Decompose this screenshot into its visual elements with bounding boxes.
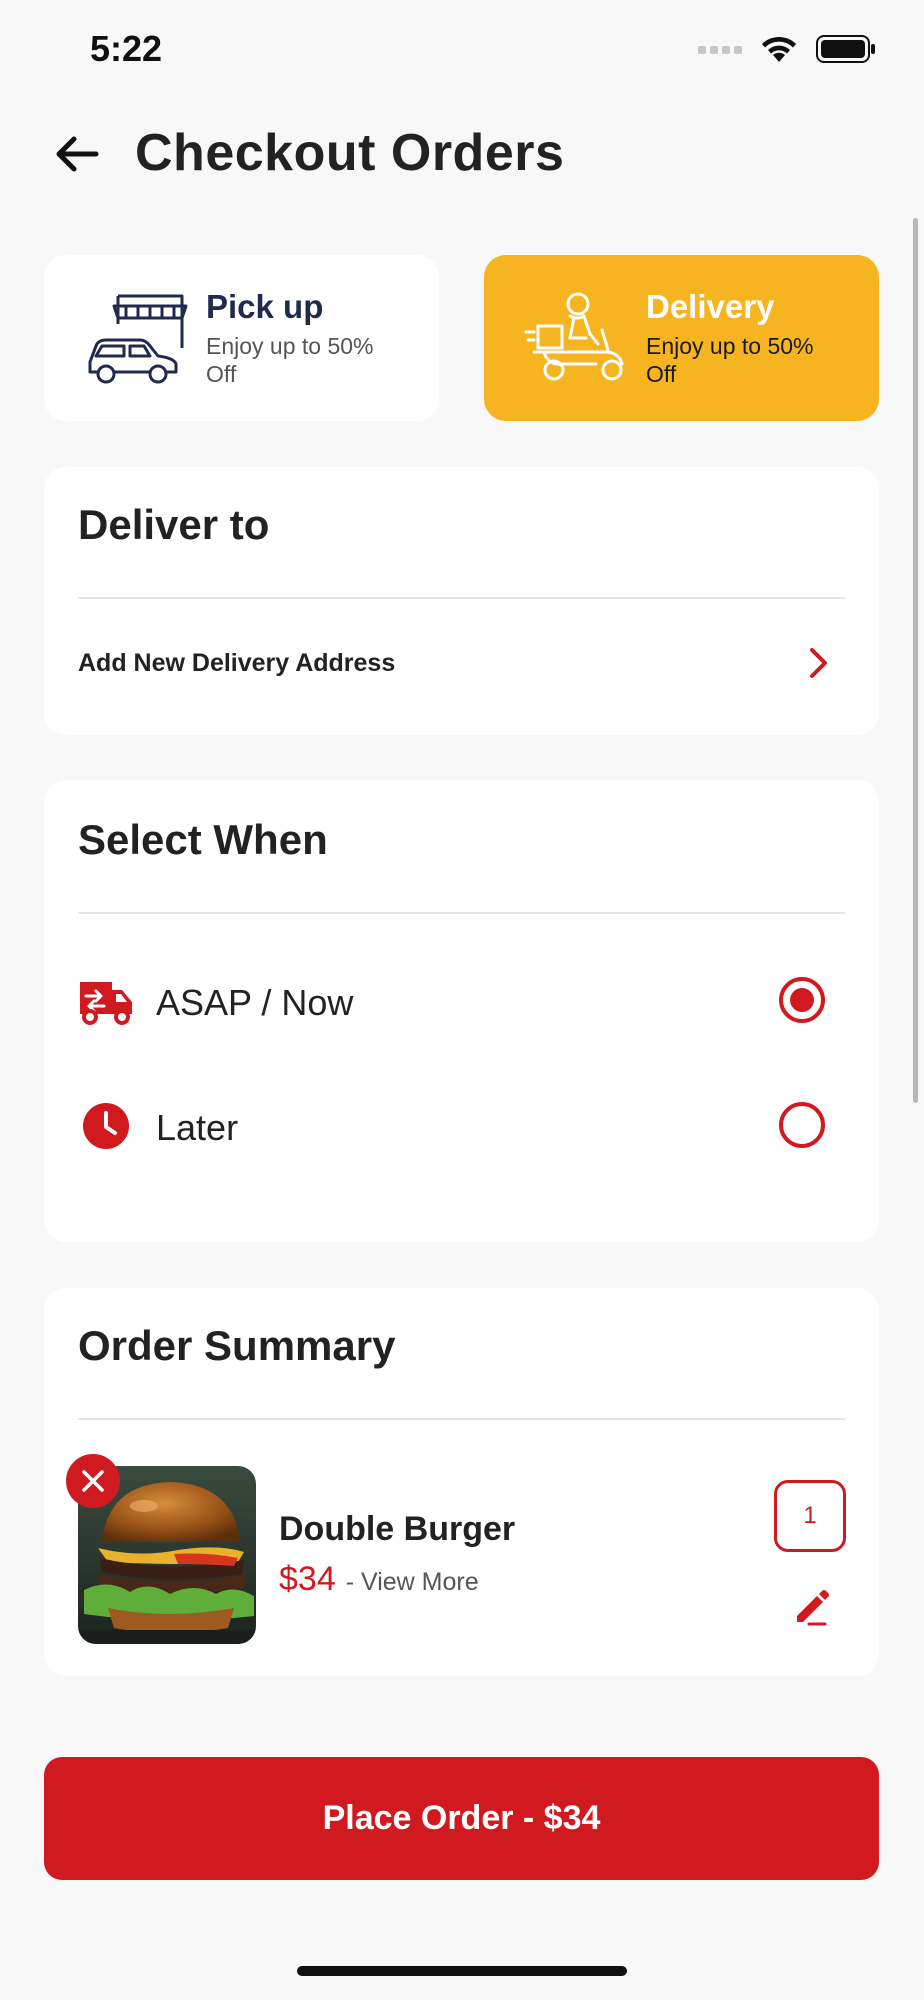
store-car-icon bbox=[88, 294, 188, 384]
item-price-row: $34 - View More bbox=[279, 1560, 479, 1599]
when-option-later[interactable]: Later bbox=[78, 1081, 845, 1171]
when-option-label: ASAP / Now bbox=[156, 982, 354, 1023]
add-address-label: Add New Delivery Address bbox=[78, 649, 396, 677]
order-summary-title: Order Summary bbox=[78, 1322, 396, 1369]
select-when-card: Select When ASAP / Now Later bbox=[44, 780, 879, 1242]
delivery-option-card[interactable]: Delivery Enjoy up to 50% Off bbox=[484, 255, 879, 421]
delivery-title: Delivery bbox=[646, 288, 775, 325]
when-option-asap[interactable]: ASAP / Now bbox=[78, 956, 845, 1046]
delivery-subtitle: Enjoy up to 50% Off bbox=[646, 333, 814, 387]
wifi-icon bbox=[762, 36, 796, 62]
chevron-right-icon bbox=[810, 648, 827, 678]
home-indicator bbox=[297, 1966, 627, 1976]
status-icons bbox=[698, 34, 876, 64]
page-title: Checkout Orders bbox=[135, 124, 565, 182]
when-option-label: Later bbox=[156, 1107, 239, 1148]
pickup-title: Pick up bbox=[206, 288, 324, 325]
close-icon bbox=[82, 1470, 104, 1492]
delivery-scooter-icon bbox=[524, 292, 624, 381]
pickup-option-card[interactable]: Pick up Enjoy up to 50% Off bbox=[44, 255, 439, 421]
select-when-title: Select When bbox=[78, 816, 328, 863]
radio-unchecked-icon[interactable] bbox=[779, 1102, 825, 1148]
clock-icon bbox=[83, 1103, 129, 1149]
divider bbox=[78, 597, 845, 599]
remove-item-button[interactable] bbox=[66, 1454, 120, 1508]
divider bbox=[78, 912, 845, 914]
item-price: $34 bbox=[279, 1560, 336, 1598]
arrow-left-icon[interactable] bbox=[52, 129, 102, 179]
place-order-button[interactable]: Place Order - $34 bbox=[44, 1757, 879, 1880]
cellular-icon bbox=[698, 46, 742, 54]
quantity-box[interactable]: 1 bbox=[774, 1480, 846, 1552]
item-name: Double Burger bbox=[279, 1510, 516, 1548]
order-summary-card: Order Summary Double Burger $34 - View M… bbox=[44, 1288, 879, 1676]
delivery-truck-icon bbox=[80, 982, 132, 1025]
deliver-to-title: Deliver to bbox=[78, 501, 270, 548]
view-more-link[interactable]: - View More bbox=[346, 1568, 479, 1597]
edit-pencil-icon[interactable] bbox=[791, 1588, 831, 1628]
add-address-row[interactable]: Add New Delivery Address bbox=[78, 607, 845, 717]
status-time: 5:22 bbox=[90, 28, 163, 69]
scrollbar[interactable] bbox=[913, 218, 918, 1103]
quantity-value: 1 bbox=[803, 1502, 817, 1529]
radio-checked-icon[interactable] bbox=[779, 977, 825, 1023]
deliver-to-card: Deliver to Add New Delivery Address bbox=[44, 467, 879, 735]
status-bar: 5:22 bbox=[0, 0, 924, 100]
battery-icon bbox=[816, 35, 875, 63]
header: Checkout Orders bbox=[0, 115, 924, 195]
divider bbox=[78, 1418, 845, 1420]
pickup-subtitle: Enjoy up to 50% Off bbox=[206, 333, 374, 387]
